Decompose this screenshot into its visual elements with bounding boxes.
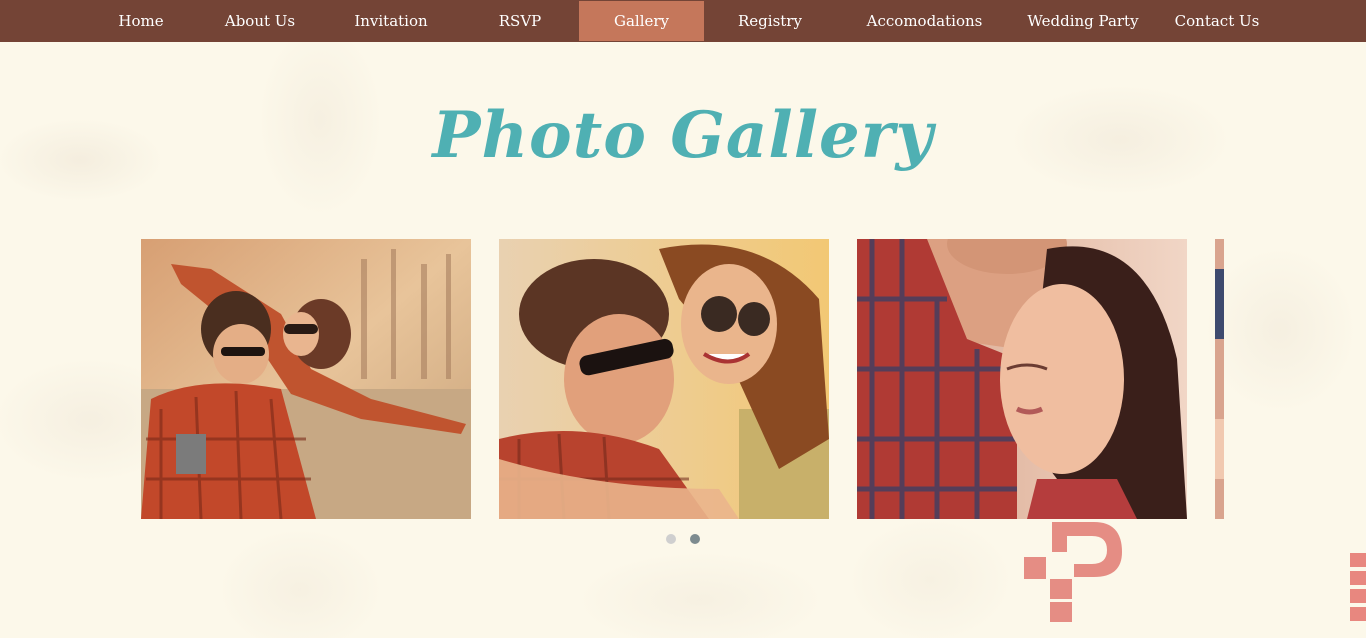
partial-next-photo-icon xyxy=(1215,239,1224,519)
gallery-photo-4[interactable] xyxy=(1215,239,1224,519)
carousel-dot-2[interactable] xyxy=(690,534,700,544)
nav-invitation[interactable]: Invitation xyxy=(336,1,446,41)
template-logo-icon xyxy=(1024,522,1122,622)
couple-hug-sunglasses-photo-icon xyxy=(499,239,829,519)
nav-home[interactable]: Home xyxy=(100,1,182,41)
page-title: Photo Gallery xyxy=(432,98,934,173)
couple-piggyback-photo-icon xyxy=(141,239,471,519)
nav-accomodations[interactable]: Accomodations xyxy=(852,1,997,41)
gallery-photo-1[interactable] xyxy=(141,239,471,519)
nav-gallery[interactable]: Gallery xyxy=(579,1,704,41)
main-navbar: Home About Us Invitation RSVP Gallery Re… xyxy=(0,0,1366,42)
nav-contact-us[interactable]: Contact Us xyxy=(1166,1,1268,41)
nav-registry[interactable]: Registry xyxy=(720,1,820,41)
gallery-photo-3[interactable] xyxy=(857,239,1187,519)
watermark-edge-tile xyxy=(1350,553,1366,621)
gallery-photo-2[interactable] xyxy=(499,239,829,519)
nav-rsvp[interactable]: RSVP xyxy=(470,1,570,41)
carousel-dot-1[interactable] xyxy=(666,534,676,544)
couple-forehead-kiss-photo-icon xyxy=(857,239,1187,519)
nav-wedding-party[interactable]: Wedding Party xyxy=(1020,1,1146,41)
nav-about-us[interactable]: About Us xyxy=(210,1,310,41)
